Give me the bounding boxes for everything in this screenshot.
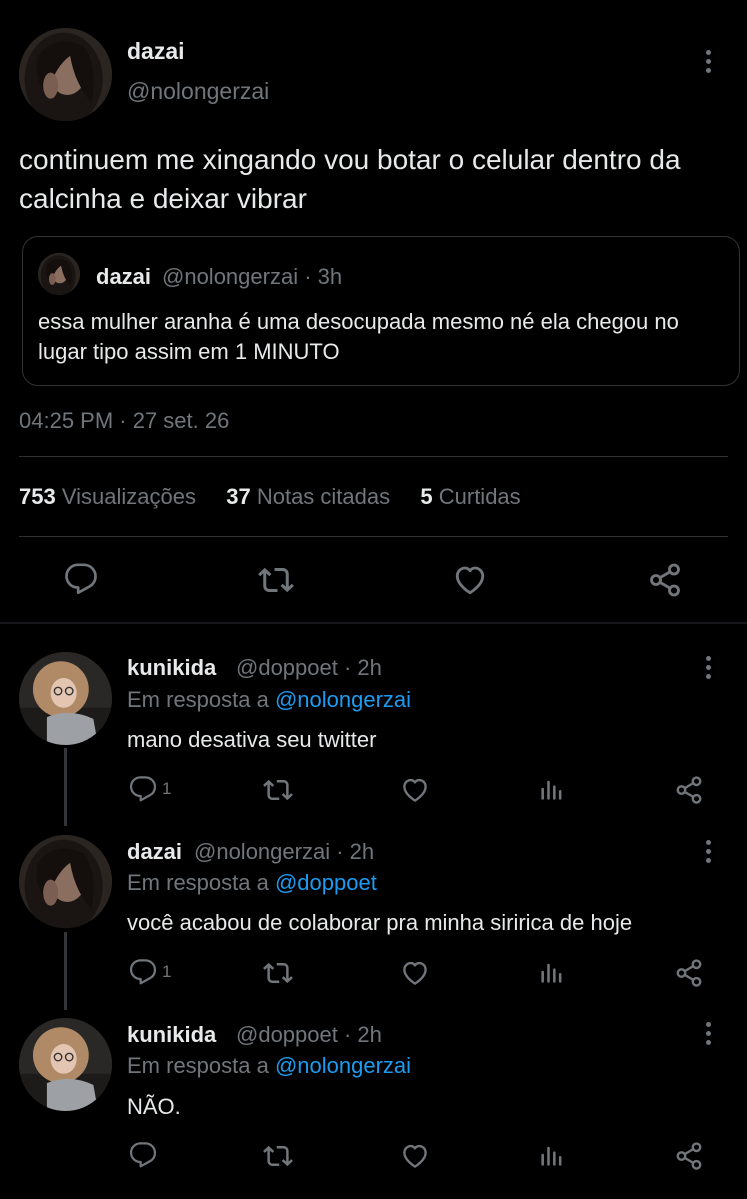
reply-context: Em resposta a @nolongerzai — [127, 1053, 412, 1078]
section-separator — [0, 622, 747, 624]
like-icon[interactable] — [400, 1141, 430, 1171]
divider — [19, 536, 728, 537]
reply-author-name[interactable]: dazai — [127, 839, 182, 865]
reply-icon[interactable] — [64, 562, 98, 596]
reply-context: Em resposta a @nolongerzai — [127, 687, 412, 712]
reply-to-link[interactable]: @nolongerzai — [275, 687, 411, 712]
reply-avatar[interactable] — [19, 652, 112, 745]
reply-author-name[interactable]: kunikida — [127, 1022, 216, 1048]
quotes-stat[interactable]: 37 Notas citadas — [226, 484, 390, 509]
reply-context: Em resposta a @doppoet — [127, 870, 377, 895]
more-icon[interactable] — [704, 840, 712, 863]
analytics-icon[interactable] — [538, 958, 566, 986]
reply-count: 1 — [162, 779, 172, 798]
more-icon[interactable] — [704, 656, 712, 679]
reply-author-name[interactable]: kunikida — [127, 655, 216, 681]
tweet-timestamp[interactable]: 04:25 PM · 27 set. 26 — [19, 408, 229, 434]
tweet-text: continuem me xingando vou botar o celula… — [19, 144, 681, 214]
reply-count: 1 — [162, 962, 172, 981]
views-stat[interactable]: 753 Visualizações — [19, 484, 196, 509]
author-handle[interactable]: @nolongerzai — [127, 78, 269, 105]
share-icon[interactable] — [674, 1141, 704, 1171]
thread-line — [64, 932, 67, 1010]
reply-text: você acabou de colaborar pra minha sirir… — [127, 910, 633, 935]
reply-text: mano desativa seu twitter — [127, 727, 377, 752]
divider — [19, 456, 728, 457]
reply-to-link[interactable]: @nolongerzai — [275, 1053, 411, 1078]
thread-line — [64, 748, 67, 826]
reply-author-handle[interactable]: @doppoet · 2h — [236, 1022, 382, 1048]
share-icon[interactable] — [647, 562, 683, 598]
more-icon[interactable] — [704, 50, 712, 73]
share-icon[interactable] — [674, 958, 704, 988]
quote-author-avatar — [38, 253, 80, 295]
reply-text: NÃO. — [127, 1094, 181, 1119]
reply-icon[interactable] — [129, 775, 157, 803]
reply-to-link[interactable]: @doppoet — [275, 870, 377, 895]
reply-icon[interactable] — [129, 958, 157, 986]
author-name[interactable]: dazai — [127, 38, 185, 65]
tweet-stats: 753 Visualizações 37 Notas citadas 5 Cur… — [19, 484, 521, 510]
quote-text: essa mulher aranha é uma desocupada mesm… — [38, 309, 679, 364]
reply-icon[interactable] — [129, 1141, 157, 1169]
analytics-icon[interactable] — [538, 1141, 566, 1169]
like-icon[interactable] — [452, 562, 488, 598]
reply-avatar[interactable] — [19, 835, 112, 928]
likes-stat[interactable]: 5 Curtidas — [420, 484, 520, 509]
reply-author-handle[interactable]: @doppoet · 2h — [236, 655, 382, 681]
like-icon[interactable] — [400, 775, 430, 805]
reply-avatar[interactable] — [19, 1018, 112, 1111]
reply-author-handle[interactable]: @nolongerzai · 2h — [194, 839, 374, 865]
quote-author-handle: @nolongerzai · 3h — [162, 264, 343, 289]
author-avatar[interactable] — [19, 28, 112, 121]
retweet-icon[interactable] — [262, 1141, 294, 1171]
more-icon[interactable] — [704, 1022, 712, 1045]
like-icon[interactable] — [400, 958, 430, 988]
analytics-icon[interactable] — [538, 775, 566, 803]
share-icon[interactable] — [674, 775, 704, 805]
retweet-icon[interactable] — [262, 958, 294, 988]
quote-author-name: dazai — [96, 264, 152, 289]
retweet-icon[interactable] — [257, 562, 295, 598]
retweet-icon[interactable] — [262, 775, 294, 805]
